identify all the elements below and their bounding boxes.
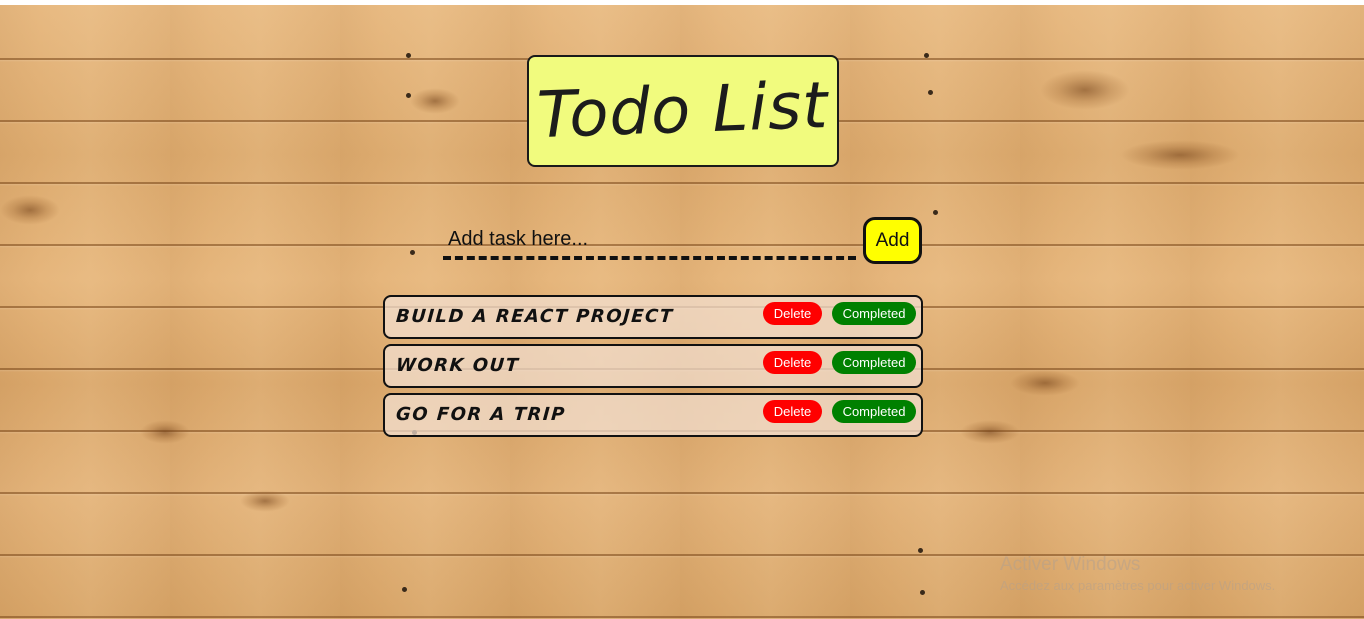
task-input[interactable] [443,222,856,260]
wood-nail [410,250,415,255]
todo-item: Work out Delete Completed [383,344,923,388]
wood-knot [410,88,460,114]
wood-nail [924,53,929,58]
wood-nail [402,587,407,592]
completed-button[interactable]: Completed [832,351,916,374]
todo-list: Build a React project Delete Completed W… [383,295,923,442]
page-title: Todo List [536,68,830,154]
completed-button[interactable]: Completed [832,302,916,325]
wood-knot [0,195,60,225]
delete-button[interactable]: Delete [763,302,822,325]
watermark-subtitle: Accédez aux paramètres pour activer Wind… [1000,578,1276,593]
wood-knot [1120,140,1240,170]
wood-nail [918,548,923,553]
todo-item: Build a React project Delete Completed [383,295,923,339]
delete-button[interactable]: Delete [763,400,822,423]
wood-nail [406,93,411,98]
todo-item: Go for a trip Delete Completed [383,393,923,437]
wood-knot [1040,70,1130,110]
wood-nail [920,590,925,595]
todo-text: Work out [395,355,521,376]
add-task-button[interactable]: Add [863,217,922,264]
wood-knot [240,490,290,512]
wood-knot [960,420,1020,444]
wood-nail [928,90,933,95]
window-top-edge [0,0,1364,5]
wood-knot [1010,370,1080,396]
delete-button[interactable]: Delete [763,351,822,374]
windows-activation-watermark: Activer Windows Accédez aux paramètres p… [1000,554,1275,593]
todo-text: Build a React project [395,306,675,327]
wood-knot [140,420,190,444]
wood-nail [406,53,411,58]
title-card: Todo List [527,55,839,167]
completed-button[interactable]: Completed [832,400,916,423]
wood-nail [933,210,938,215]
todo-text: Go for a trip [395,404,567,425]
watermark-title: Activer Windows [1000,554,1141,575]
